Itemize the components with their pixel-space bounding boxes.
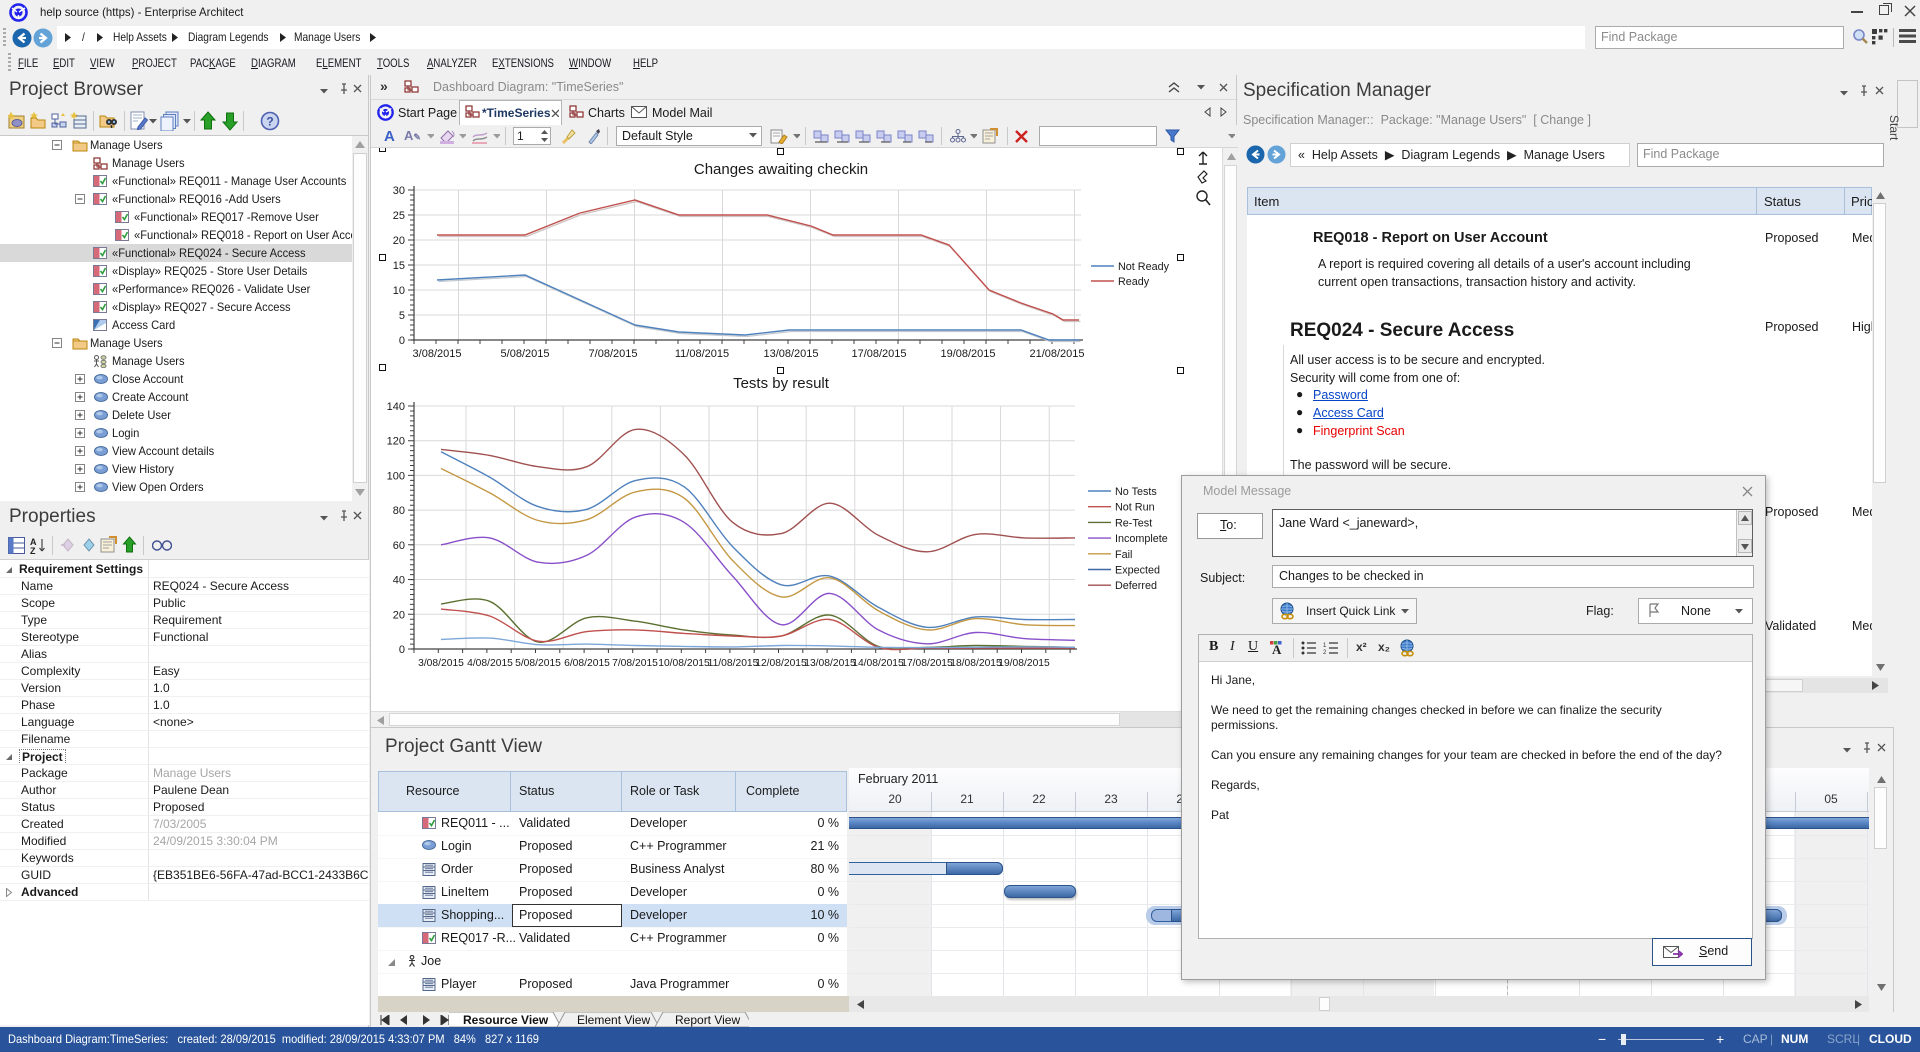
svg-text:10: 10 [393, 285, 405, 297]
svg-text:3/08/2015: 3/08/2015 [413, 348, 462, 360]
svg-text:19/08/2015: 19/08/2015 [940, 348, 995, 360]
svg-text:Z: Z [30, 546, 36, 554]
svg-text:5/08/2015: 5/08/2015 [501, 348, 550, 360]
svg-text:5: 5 [399, 310, 405, 322]
svg-text:Not Ready: Not Ready [1118, 261, 1170, 273]
svg-text:14/08/2015: 14/08/2015 [852, 658, 904, 669]
svg-text:17/08/2015: 17/08/2015 [901, 658, 953, 669]
svg-text:20: 20 [393, 609, 405, 621]
svg-text:?: ? [266, 115, 273, 129]
svg-text:Expected: Expected [1115, 565, 1160, 577]
svg-text:Not Run: Not Run [1115, 502, 1155, 514]
svg-text:60: 60 [393, 540, 405, 552]
svg-text:Deferred: Deferred [1115, 580, 1157, 592]
svg-text:Element View: Element View [577, 1013, 650, 1027]
svg-text:17/08/2015: 17/08/2015 [851, 348, 906, 360]
svg-text:0: 0 [399, 335, 405, 347]
svg-text:11/08/2015: 11/08/2015 [675, 348, 729, 360]
svg-text:12/08/2015: 12/08/2015 [755, 658, 807, 669]
svg-text:140: 140 [387, 401, 405, 413]
svg-text:21/08/2015: 21/08/2015 [1029, 348, 1084, 360]
svg-text:5/08/2015: 5/08/2015 [515, 658, 561, 669]
svg-text:120: 120 [387, 436, 405, 448]
svg-text:80: 80 [393, 505, 405, 517]
svg-text:3/08/2015: 3/08/2015 [418, 658, 464, 669]
svg-text:Tests by result: Tests by result [733, 375, 830, 392]
svg-text:Changes awaiting checkin: Changes awaiting checkin [694, 161, 868, 178]
svg-text:0: 0 [399, 644, 405, 656]
svg-text:Fail: Fail [1115, 549, 1132, 561]
svg-text:18/08/2015: 18/08/2015 [950, 658, 1002, 669]
svg-text:7/08/2015: 7/08/2015 [612, 658, 658, 669]
svg-text:7/08/2015: 7/08/2015 [589, 348, 638, 360]
svg-text:Incomplete: Incomplete [1115, 533, 1168, 545]
svg-text:11/08/2015: 11/08/2015 [708, 658, 759, 669]
svg-text:13/08/2015: 13/08/2015 [763, 348, 818, 360]
svg-text:Ready: Ready [1118, 276, 1150, 288]
svg-text:20: 20 [393, 235, 405, 247]
svg-text:Report View: Report View [675, 1013, 740, 1027]
svg-text:15: 15 [393, 260, 405, 272]
svg-text:2: 2 [1323, 650, 1327, 655]
svg-text:Re-Test: Re-Test [1115, 517, 1152, 529]
svg-text:25: 25 [393, 210, 405, 222]
svg-text:100: 100 [387, 470, 405, 482]
svg-text:10/08/2015: 10/08/2015 [658, 658, 710, 669]
svg-text:1: 1 [1323, 643, 1327, 649]
svg-text:19/08/2015: 19/08/2015 [998, 658, 1050, 669]
svg-text:40: 40 [393, 575, 405, 587]
svg-text:13/08/2015: 13/08/2015 [804, 658, 856, 669]
svg-text:Resource View: Resource View [463, 1013, 549, 1027]
svg-text:6/08/2015: 6/08/2015 [564, 658, 610, 669]
svg-text:4/08/2015: 4/08/2015 [467, 658, 513, 669]
svg-text:30: 30 [393, 185, 405, 197]
svg-text:No Tests: No Tests [1115, 486, 1157, 498]
